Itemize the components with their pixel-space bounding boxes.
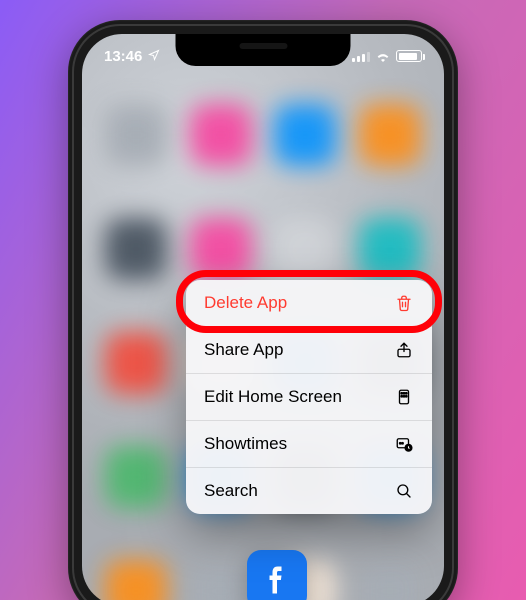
phone-notch — [176, 34, 351, 66]
apps-icon — [394, 387, 414, 407]
menu-item-label: Share App — [204, 340, 283, 360]
cellular-signal-icon — [352, 50, 370, 62]
search-icon — [394, 481, 414, 501]
status-time: 13:46 — [104, 48, 142, 65]
menu-item-label: Delete App — [204, 293, 287, 313]
battery-icon — [396, 50, 422, 62]
iphone-device-frame: 13:46 — [68, 20, 458, 600]
menu-item-delete-app[interactable]: Delete App — [186, 280, 432, 327]
share-icon — [394, 340, 414, 360]
trash-icon — [394, 293, 414, 313]
phone-screen: 13:46 — [82, 34, 444, 600]
menu-item-label: Showtimes — [204, 434, 287, 454]
ticket-icon — [394, 434, 414, 454]
menu-item-showtimes[interactable]: Showtimes — [186, 421, 432, 468]
menu-item-label: Edit Home Screen — [204, 387, 342, 407]
facebook-app-icon[interactable] — [247, 550, 307, 600]
menu-item-edit-home-screen[interactable]: Edit Home Screen — [186, 374, 432, 421]
menu-item-share-app[interactable]: Share App — [186, 327, 432, 374]
facebook-icon — [259, 562, 295, 598]
wifi-icon — [375, 50, 391, 62]
location-arrow-icon — [148, 48, 160, 65]
menu-item-search[interactable]: Search — [186, 468, 432, 514]
menu-item-label: Search — [204, 481, 258, 501]
app-context-menu: Delete App Share App Edit Home Screen Sh… — [186, 280, 432, 514]
